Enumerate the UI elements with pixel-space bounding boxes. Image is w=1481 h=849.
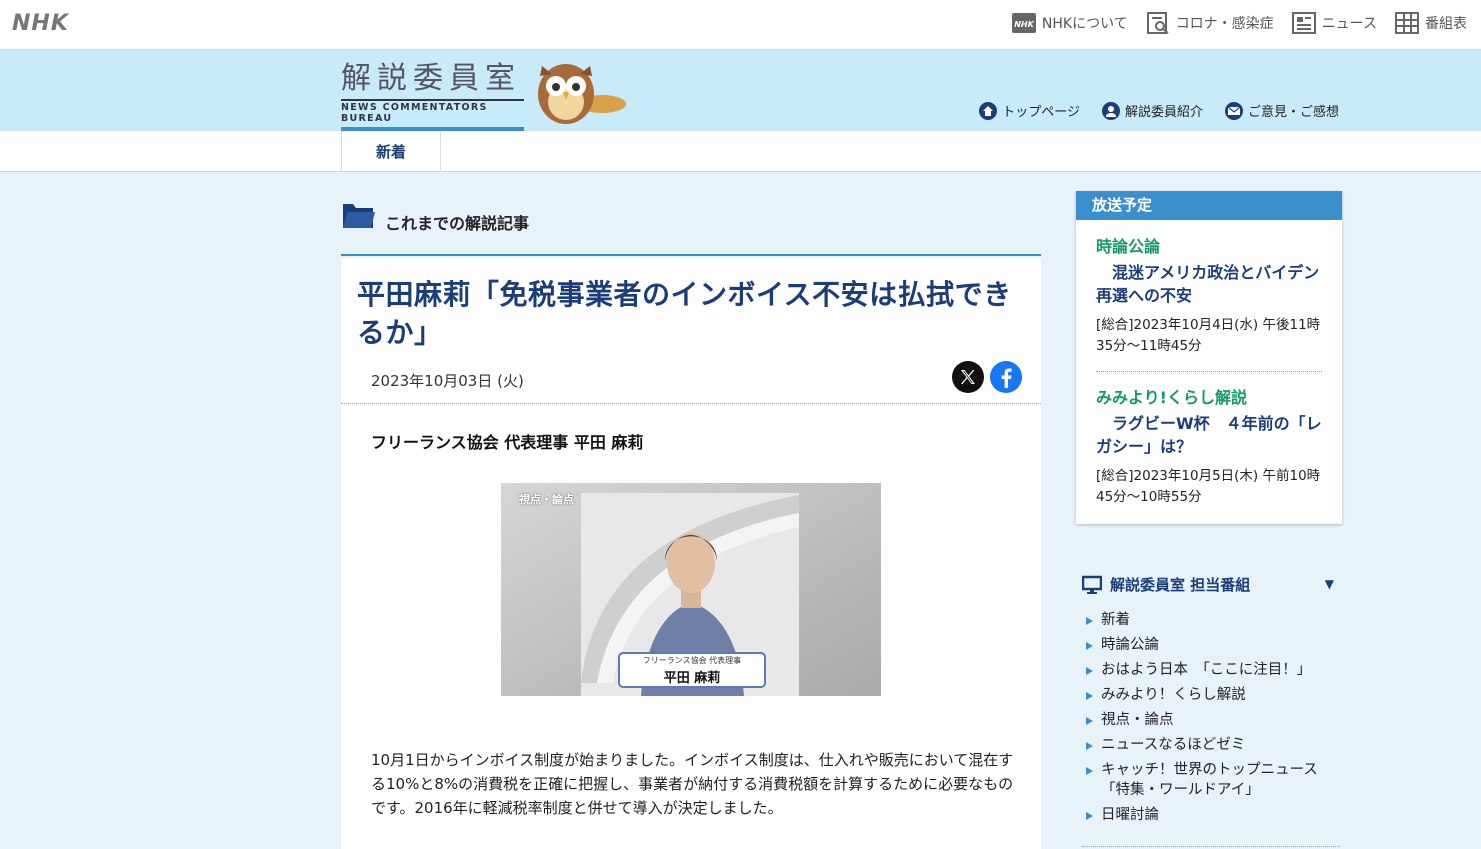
mail-icon <box>1224 101 1243 120</box>
schedule-heading: 放送予定 <box>1076 191 1342 220</box>
site-title[interactable]: 解説委員室 NEWS COMMENTATORS BUREAU <box>341 60 524 133</box>
monitor-icon <box>1082 575 1102 594</box>
article-photo: 視点・論点 フリーランス協会 代表理事 平田 麻莉 <box>501 483 881 696</box>
facebook-logo-icon <box>1001 368 1012 388</box>
program-link-catch[interactable]: キャッチ！世界のトップニュース「特集・ワールドアイ」 <box>1086 758 1336 803</box>
svg-text:NHK: NHK <box>1014 20 1034 29</box>
global-nav-news[interactable]: ニュース <box>1291 12 1377 34</box>
schedule-time: [総合]2023年10月5日(木) 午前10時45分～10時55分 <box>1096 468 1321 505</box>
header-nav: トップページ 解説委員紹介 ご意見・ご感想 <box>979 101 1339 120</box>
global-nav: NHK NHKについて コロナ・感染症 ニュース 番組表 <box>1011 10 1467 36</box>
broadcast-schedule: 放送予定 時論公論 混迷アメリカ政治とバイデン再選への不安 [総合]2023年1… <box>1076 191 1342 524</box>
news-icon <box>1291 12 1316 34</box>
home-icon <box>979 101 998 120</box>
site-title-jp: 解説委員室 <box>341 61 521 96</box>
x-logo-icon <box>961 370 975 384</box>
virus-doc-icon <box>1146 12 1170 34</box>
schedule-program-name: みみより!くらし解説 <box>1096 388 1247 407</box>
share-facebook-button[interactable] <box>990 361 1022 393</box>
global-nav-about[interactable]: NHK NHKについて <box>1011 12 1128 34</box>
grid-icon <box>1395 12 1419 34</box>
article: 平田麻莉「免税事業者のインボイス不安は払拭できるか」 2023年10月03日 (… <box>341 258 1041 849</box>
schedule-item: みみより!くらし解説 ラグビーW杯 ４年前の「レガシー」は？ [総合]2023年… <box>1096 384 1326 508</box>
share-x-button[interactable] <box>952 361 984 393</box>
nhk-box-icon: NHK <box>1011 12 1036 34</box>
programs-list: 新着 時論公論 おはよう日本 「ここに注目！」 みみより！くらし解説 視点・論点… <box>1086 608 1346 828</box>
tab-bar: 新着 <box>0 131 1481 172</box>
photo-corner-label: 視点・論点 <box>519 493 574 506</box>
site-title-en: NEWS COMMENTATORS BUREAU <box>341 99 524 124</box>
chevron-down-icon: ▼ <box>1324 577 1334 591</box>
section-heading: これまでの解説記事 <box>341 200 1041 256</box>
header-nav-feedback[interactable]: ご意見・ご感想 <box>1224 101 1339 120</box>
global-nav-corona[interactable]: コロナ・感染症 <box>1146 12 1274 34</box>
tab-new[interactable]: 新着 <box>341 131 441 172</box>
folder-icon <box>343 204 375 228</box>
header-nav-top[interactable]: トップページ <box>979 101 1080 120</box>
schedule-program-name: 時論公論 <box>1096 237 1161 256</box>
article-divider <box>341 403 1041 404</box>
program-link-mimiyori[interactable]: みみより！くらし解説 <box>1086 683 1346 708</box>
nhk-logo[interactable]: NHK <box>12 10 69 36</box>
photo-caption-small: フリーランス協会 代表理事 <box>642 656 742 665</box>
schedule-separator <box>1096 371 1322 372</box>
program-link-shiten[interactable]: 視点・論点 <box>1086 708 1346 733</box>
program-link-naruhodo[interactable]: ニュースなるほどゼミ <box>1086 733 1346 758</box>
schedule-time: [総合]2023年10月4日(水) 午後11時35分～11時45分 <box>1096 317 1321 354</box>
article-byline: フリーランス協会 代表理事 平田 麻莉 <box>371 433 644 452</box>
global-bar: NHK NHK NHKについて コロナ・感染症 ニュース 番組表 <box>0 0 1481 50</box>
header-nav-commentators[interactable]: 解説委員紹介 <box>1101 101 1203 120</box>
programs-heading[interactable]: 解説委員室 担当番組 ▼ <box>1082 574 1334 595</box>
program-link-ohayo[interactable]: おはよう日本 「ここに注目！」 <box>1086 658 1346 683</box>
program-link-new[interactable]: 新着 <box>1086 608 1346 633</box>
owl-mascot-icon <box>538 64 626 124</box>
article-title: 平田麻莉「免税事業者のインボイス不安は払拭できるか」 <box>357 278 1012 349</box>
program-link-jironkoron[interactable]: 時論公論 <box>1086 633 1346 658</box>
article-date: 2023年10月03日 (火) <box>371 372 524 390</box>
schedule-title-link[interactable]: 混迷アメリカ政治とバイデン再選への不安 <box>1096 261 1326 307</box>
global-nav-schedule[interactable]: 番組表 <box>1395 12 1467 34</box>
schedule-title-link[interactable]: ラグビーW杯 ４年前の「レガシー」は？ <box>1096 412 1326 458</box>
programs-bottom-rule <box>1082 846 1340 847</box>
schedule-item: 時論公論 混迷アメリカ政治とバイデン再選への不安 [総合]2023年10月4日(… <box>1096 233 1326 357</box>
person-icon <box>1101 101 1120 120</box>
program-link-nichiyo[interactable]: 日曜討論 <box>1086 803 1346 828</box>
photo-caption-name: 平田 麻莉 <box>663 671 721 686</box>
section-heading-text: これまでの解説記事 <box>385 214 530 233</box>
article-body: 10月1日からインボイス制度が始まりました。インボイス制度は、仕入れや販売におい… <box>371 751 1014 817</box>
